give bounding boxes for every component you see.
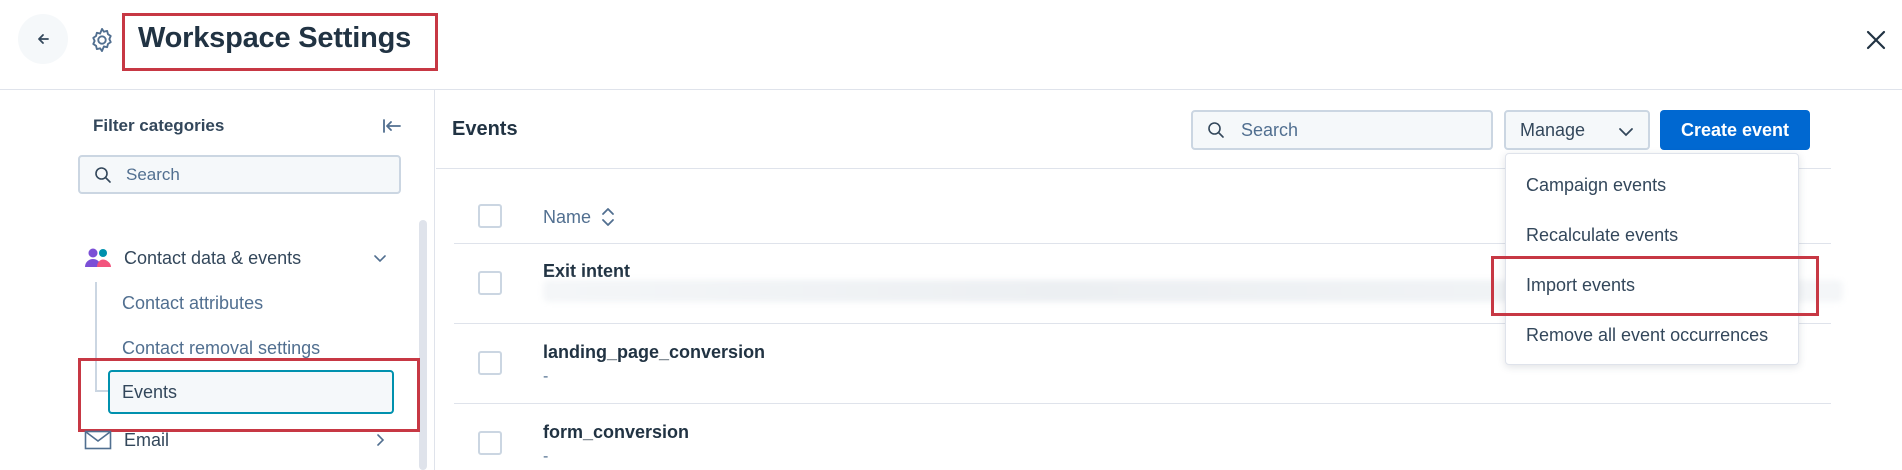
row-checkbox[interactable]: [478, 271, 502, 295]
select-all-checkbox[interactable]: [478, 204, 502, 228]
chevron-down-icon: [374, 255, 386, 263]
highlight-box-title: [122, 13, 438, 71]
highlight-box-import-events: [1491, 256, 1819, 316]
search-icon: [1208, 122, 1224, 138]
filter-categories-title: Filter categories: [93, 116, 225, 135]
column-header-name[interactable]: Name: [543, 206, 615, 228]
arrow-left-icon: [38, 34, 49, 44]
row-checkbox[interactable]: [478, 431, 502, 455]
sidebar-search-input[interactable]: [126, 164, 386, 185]
sidebar-item-contact-attributes[interactable]: Contact attributes: [122, 293, 263, 314]
sidebar-search[interactable]: [78, 155, 401, 194]
manage-button[interactable]: Manage: [1504, 110, 1650, 150]
category-contact-data-events[interactable]: Contact data & events: [84, 240, 386, 276]
chevron-down-icon: [1619, 128, 1633, 137]
events-search[interactable]: [1191, 110, 1493, 150]
sidebar: Filter categories Contact data & events …: [0, 90, 435, 470]
category-label: Email: [124, 429, 170, 450]
highlight-box-events: [78, 358, 420, 432]
category-email[interactable]: Email: [84, 422, 385, 458]
sort-icon: [602, 208, 614, 226]
sidebar-scrollbar[interactable]: [419, 220, 427, 470]
category-label: Contact data & events: [124, 247, 302, 268]
collapse-sidebar-icon[interactable]: [380, 114, 404, 138]
event-description: -: [543, 368, 549, 385]
close-icon[interactable]: [1862, 26, 1890, 54]
envelope-icon: [84, 430, 112, 450]
row-checkbox[interactable]: [478, 351, 502, 375]
contacts-icon: [85, 248, 111, 267]
events-search-input[interactable]: [1241, 119, 1481, 141]
menu-item-campaign-events[interactable]: Campaign events: [1526, 175, 1666, 196]
create-event-button[interactable]: Create event: [1660, 110, 1810, 150]
menu-item-remove-all-event-occurrences[interactable]: Remove all event occurrences: [1526, 325, 1768, 346]
event-name[interactable]: form_conversion: [543, 422, 689, 443]
search-icon: [95, 166, 111, 183]
row-divider: [454, 403, 1831, 404]
event-description: -: [543, 448, 549, 465]
events-title: Events: [452, 118, 518, 140]
chevron-right-icon: [377, 434, 385, 446]
event-name[interactable]: Exit intent: [543, 261, 630, 282]
event-name[interactable]: landing_page_conversion: [543, 342, 765, 363]
header: Workspace Settings: [0, 0, 1902, 90]
menu-item-recalculate-events[interactable]: Recalculate events: [1526, 225, 1678, 246]
back-button[interactable]: [18, 14, 68, 64]
sidebar-item-contact-removal-settings[interactable]: Contact removal settings: [122, 338, 320, 359]
manage-label: Manage: [1520, 119, 1586, 140]
gear-icon: [92, 27, 112, 53]
column-name-label: Name: [543, 206, 592, 227]
